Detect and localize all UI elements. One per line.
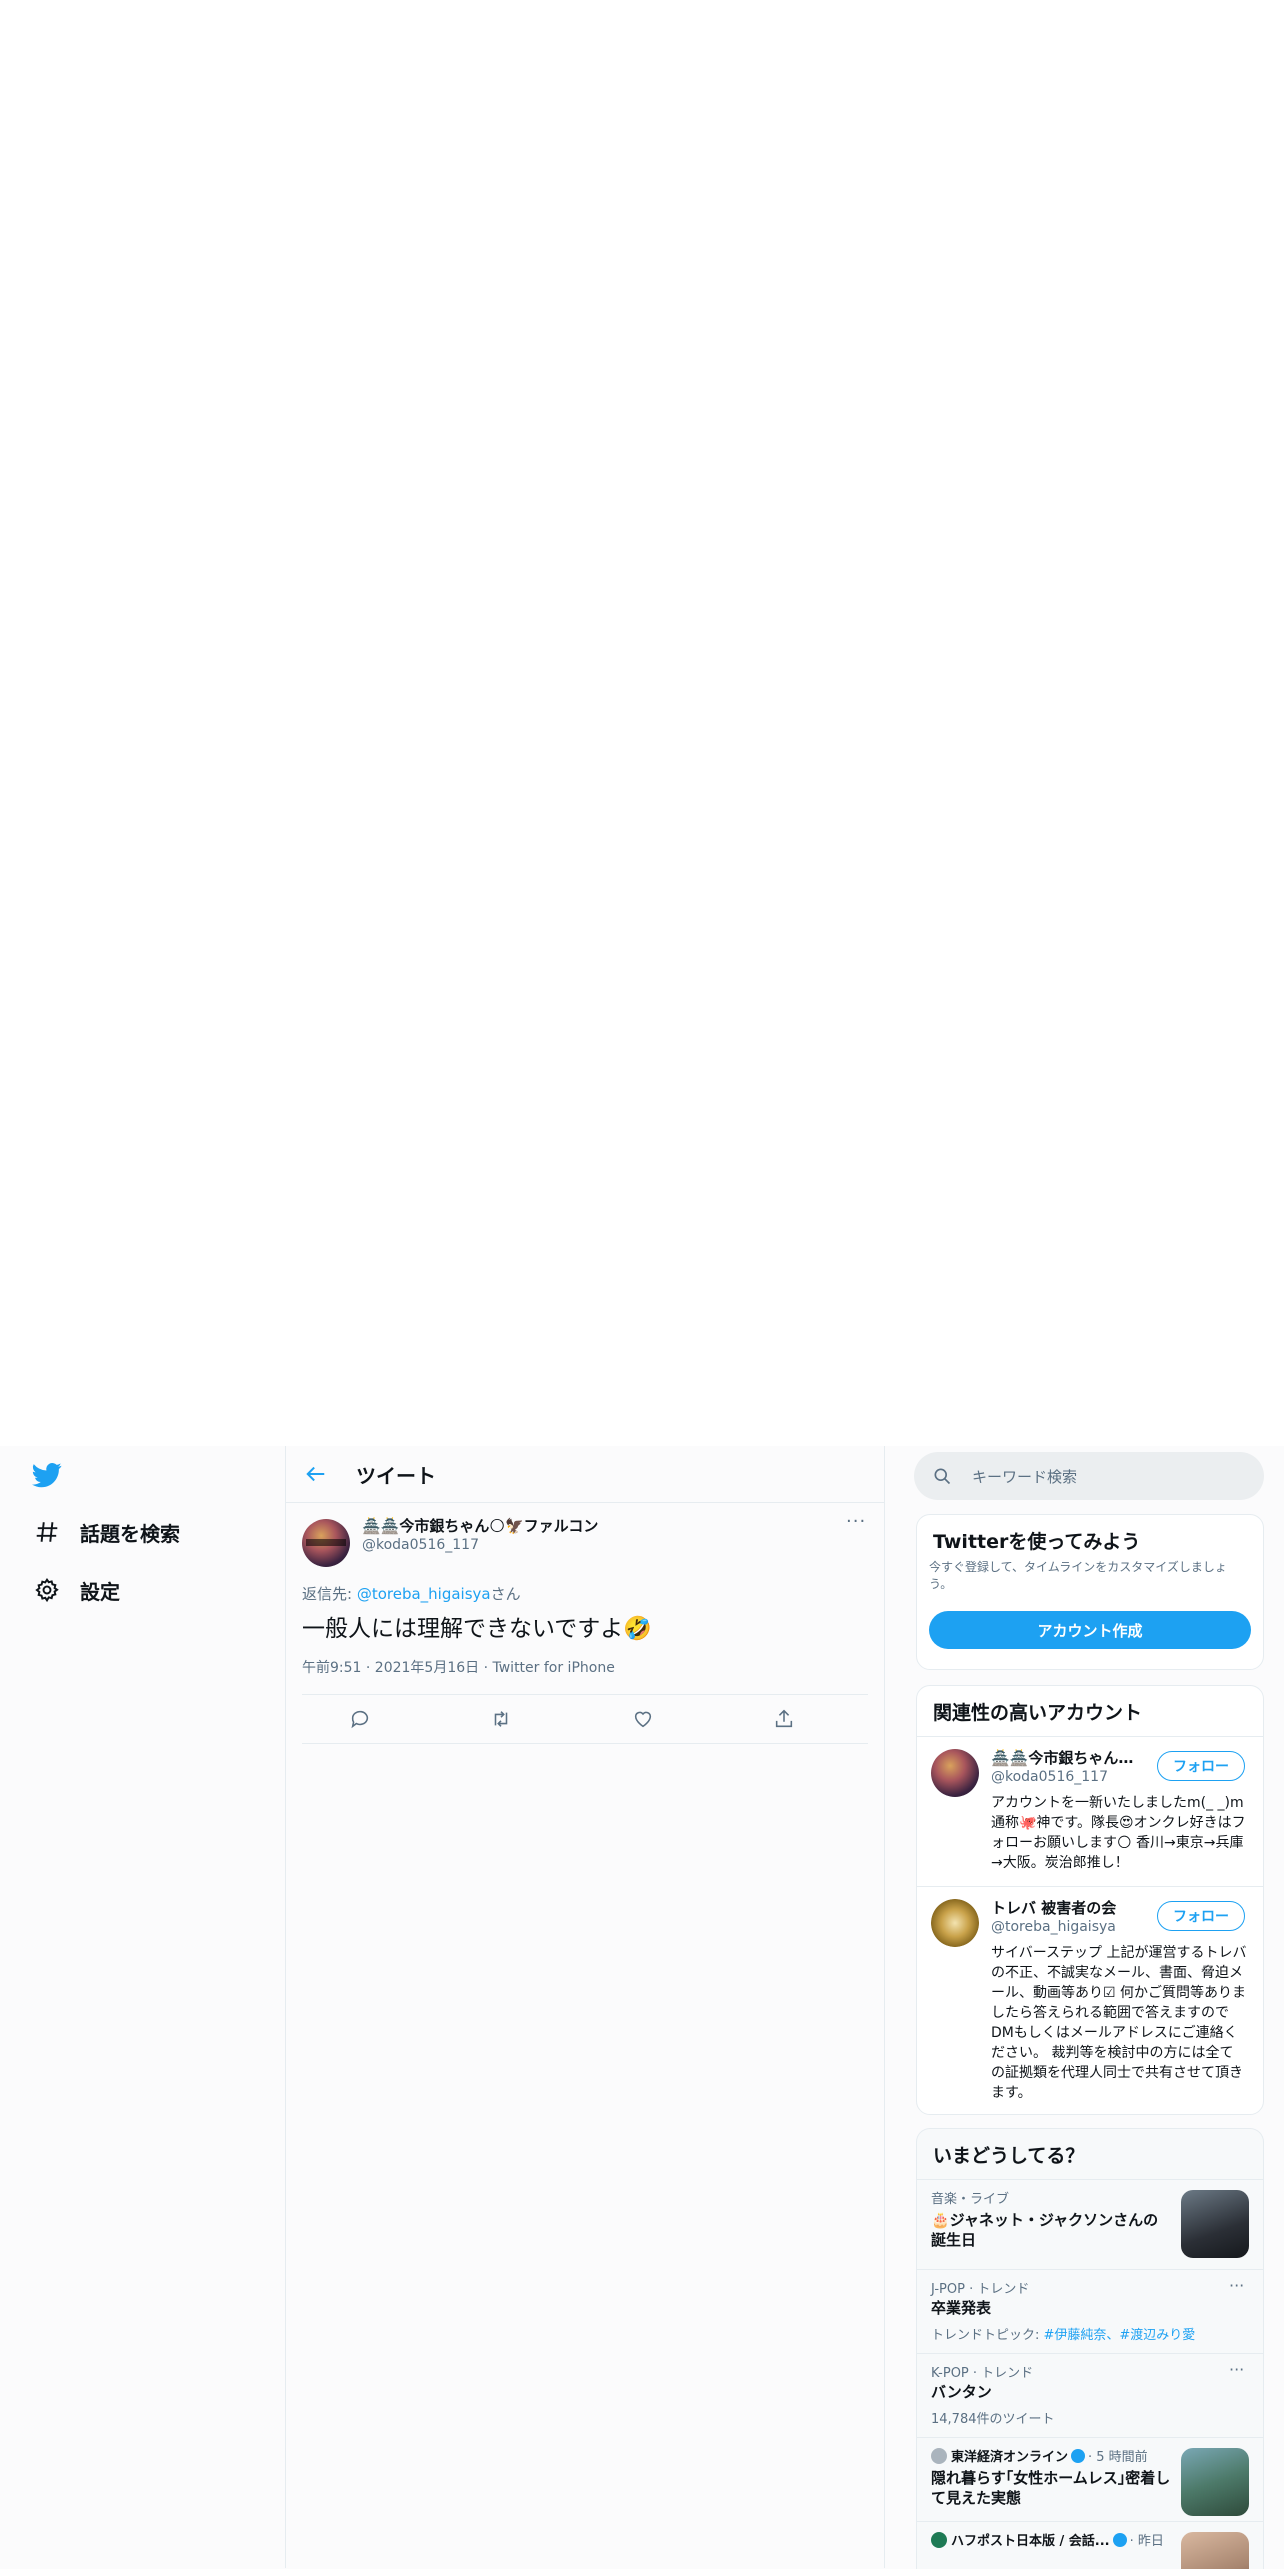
nav-explore-label: 話題を検索 bbox=[80, 1521, 180, 1546]
author-avatar[interactable] bbox=[302, 1519, 350, 1567]
trend-title: 卒業発表 bbox=[931, 2299, 992, 2317]
trends-title: いまどうしてる？ bbox=[933, 2145, 1085, 2167]
nav-item-explore[interactable]: 話題を検索 bbox=[30, 1515, 180, 1549]
account-name[interactable]: トレバ 被害者の会 bbox=[991, 1897, 1116, 1918]
reply-icon[interactable] bbox=[348, 1707, 372, 1731]
reply-suffix: さん bbox=[490, 1585, 521, 1603]
trend-tags[interactable]: #伊藤純奈、#渡辺みり愛 bbox=[1044, 2328, 1196, 2343]
reply-to-link[interactable]: @toreba_higaisya bbox=[357, 1585, 491, 1603]
trend-category: K-POP · トレンド bbox=[931, 2366, 1034, 2381]
account-bio: サイバーステップ 上記が運営するトレバの不正、不誠実なメール、書面、脅迫メール、… bbox=[991, 1945, 1247, 2101]
verified-icon bbox=[1071, 2449, 1086, 2463]
trend-tweet-count: 14,784件のツイート bbox=[931, 2412, 1055, 2427]
news-time: · 5 時間前 bbox=[1088, 2450, 1148, 2465]
share-icon[interactable] bbox=[772, 1707, 796, 1731]
follow-button[interactable]: フォロー bbox=[1157, 1901, 1245, 1931]
account-item[interactable]: 🏯🏯今市銀ちゃん🌕🦅ファルコン @koda0516_117 フォロー アカウント… bbox=[917, 1736, 1263, 1887]
create-account-button[interactable]: アカウント作成 bbox=[929, 1611, 1251, 1649]
more-options-icon[interactable]: ··· bbox=[846, 1511, 866, 1532]
avatar[interactable] bbox=[931, 1749, 979, 1797]
back-arrow-icon[interactable] bbox=[302, 1460, 330, 1488]
search-icon bbox=[932, 1466, 952, 1486]
reply-to-line: 返信先: @toreba_higaisyaさん bbox=[302, 1583, 521, 1604]
avatar[interactable] bbox=[931, 1899, 979, 1947]
tweet-header: ツイート bbox=[286, 1446, 884, 1503]
search-input[interactable] bbox=[970, 1452, 1254, 1502]
account-handle[interactable]: @toreba_higaisya bbox=[991, 1919, 1116, 1935]
author-handle[interactable]: @koda0516_117 bbox=[362, 1537, 479, 1553]
news-source-line: ハフポスト日本版 / 会話... · 昨日 bbox=[931, 2530, 1164, 2549]
left-sidebar bbox=[0, 1446, 286, 2568]
reply-prefix: 返信先: bbox=[302, 1585, 357, 1603]
retweet-icon[interactable] bbox=[489, 1707, 513, 1731]
related-accounts-card: 関連性の高いアカウント 🏯🏯今市銀ちゃん🌕🦅ファルコン @koda0516_11… bbox=[916, 1685, 1264, 2115]
blank-area bbox=[0, 0, 1284, 1446]
tweet-actions bbox=[302, 1694, 868, 1744]
like-icon[interactable] bbox=[631, 1707, 655, 1731]
account-handle[interactable]: @koda0516_117 bbox=[991, 1769, 1108, 1785]
news-title: 隠れ暮らす｢女性ホームレス｣密着して見えた実態 bbox=[931, 2469, 1171, 2507]
account-bio: アカウントを一新いたしましたm(_ _)m通称🐙神です。隊長😍オンクレ好きはフォ… bbox=[991, 1795, 1246, 1871]
gear-icon bbox=[30, 1573, 64, 1607]
trend-category: 音楽・ライブ bbox=[931, 2192, 1010, 2207]
trend-title: 🎂ジャネット・ジャクソンさんの誕生日 bbox=[931, 2211, 1159, 2249]
news-source: 東洋経済オンライン bbox=[951, 2450, 1069, 2465]
account-item[interactable]: トレバ 被害者の会 @toreba_higaisya フォロー サイバーステップ… bbox=[917, 1886, 1263, 2115]
trends-card: いまどうしてる？ 音楽・ライブ 🎂ジャネット・ジャクソンさんの誕生日 J-POP… bbox=[916, 2128, 1264, 2569]
hashtag-icon bbox=[30, 1515, 64, 1549]
signup-title: Twitterを使ってみよう bbox=[933, 1531, 1141, 1553]
main-column: ツイート 🏯🏯今市銀ちゃん🌕🦅ファルコン @koda0516_117 ··· 返… bbox=[286, 1446, 885, 2568]
signup-card: Twitterを使ってみよう 今すぐ登録して、タイムラインをカスタマイズしましょ… bbox=[916, 1514, 1264, 1670]
signup-description: 今すぐ登録して、タイムラインをカスタマイズしましょう。 bbox=[929, 1560, 1227, 1591]
author-name[interactable]: 🏯🏯今市銀ちゃん🌕🦅ファルコン bbox=[362, 1515, 598, 1536]
news-item[interactable]: ハフポスト日本版 / 会話... · 昨日 bbox=[917, 2521, 1263, 2569]
news-source: ハフポスト日本版 / 会話... bbox=[951, 2534, 1110, 2549]
news-item[interactable]: 東洋経済オンライン · 5 時間前 隠れ暮らす｢女性ホームレス｣密着して見えた実態 bbox=[917, 2437, 1263, 2522]
nav-item-settings[interactable]: 設定 bbox=[30, 1573, 120, 1607]
news-source-line: 東洋経済オンライン · 5 時間前 bbox=[931, 2446, 1148, 2465]
verified-icon bbox=[1112, 2533, 1127, 2547]
related-title: 関連性の高いアカウント bbox=[933, 1702, 1143, 1724]
trend-subtitle: トレンドトピック: #伊藤純奈、#渡辺みり愛 bbox=[931, 2324, 1195, 2343]
page-title: ツイート bbox=[356, 1464, 436, 1488]
account-name[interactable]: 🏯🏯今市銀ちゃん🌕🦅ファルコン bbox=[991, 1747, 1141, 1768]
more-options-icon[interactable]: ··· bbox=[1229, 2360, 1244, 2379]
tweet-text: 一般人には理解できないですよ🤣 bbox=[302, 1616, 652, 1642]
trend-category: J-POP · トレンド bbox=[931, 2282, 1030, 2297]
news-source-avatar bbox=[931, 2532, 947, 2548]
trend-item[interactable]: K-POP · トレンド ··· バンタン 14,784件のツイート bbox=[917, 2353, 1263, 2438]
news-source-avatar bbox=[931, 2448, 947, 2464]
news-image bbox=[1181, 2448, 1249, 2516]
search-box bbox=[914, 1452, 1264, 1502]
follow-button[interactable]: フォロー bbox=[1157, 1751, 1245, 1781]
news-time: · 昨日 bbox=[1129, 2534, 1164, 2549]
nav-settings-label: 設定 bbox=[80, 1579, 120, 1604]
news-image bbox=[1181, 2532, 1249, 2569]
tweet-meta[interactable]: 午前9:51 · 2021年5月16日 · Twitter for iPhone bbox=[302, 1657, 615, 1677]
trend-item[interactable]: 音楽・ライブ 🎂ジャネット・ジャクソンさんの誕生日 bbox=[917, 2179, 1263, 2270]
trend-sub-prefix: トレンドトピック: bbox=[931, 2328, 1044, 2343]
more-options-icon[interactable]: ··· bbox=[1229, 2276, 1244, 2295]
trend-item[interactable]: J-POP · トレンド ··· 卒業発表 トレンドトピック: #伊藤純奈、#渡… bbox=[917, 2269, 1263, 2354]
trend-image bbox=[1181, 2190, 1249, 2258]
trend-title: バンタン bbox=[931, 2383, 992, 2401]
twitter-logo-icon[interactable] bbox=[30, 1460, 64, 1490]
